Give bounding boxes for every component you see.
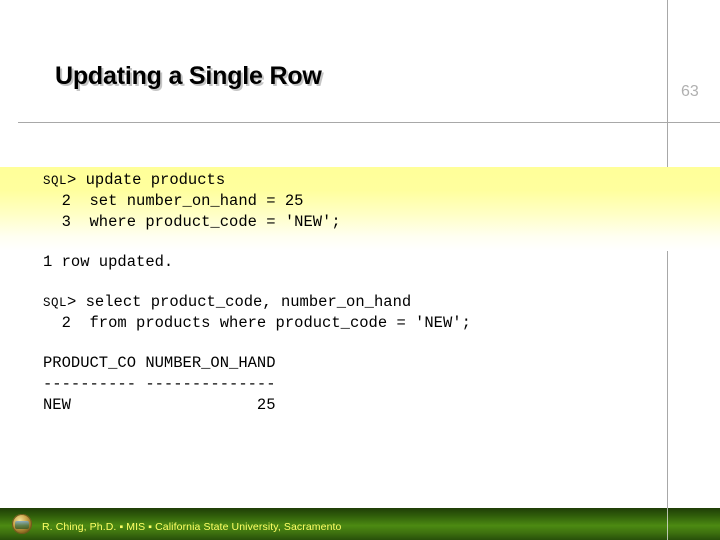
code-line-text: > select product_code, number_on_hand (67, 293, 412, 311)
slide-number: 63 (681, 83, 699, 100)
code-line-text: ---------- -------------- (43, 375, 276, 393)
code-line-text: PRODUCT_CO NUMBER_ON_HAND (43, 354, 276, 372)
sql-console-output: SQL> update products 2 set number_on_han… (43, 170, 471, 416)
sql-prompt-label: SQL (43, 174, 68, 188)
code-line: PRODUCT_CO NUMBER_ON_HAND (43, 353, 471, 374)
code-line-text: NEW 25 (43, 396, 276, 414)
code-line: 1 row updated. (43, 252, 471, 273)
title-underline-rule (18, 122, 720, 123)
code-line-text: 3 where product_code = 'NEW'; (43, 213, 341, 231)
code-line-text: 1 row updated. (43, 253, 174, 271)
vertical-divider (667, 0, 668, 508)
sql-prompt-label: SQL (43, 296, 68, 310)
code-line: 3 where product_code = 'NEW'; (43, 212, 471, 233)
code-line-text: > update products (67, 171, 226, 189)
code-line: SQL> select product_code, number_on_hand (43, 292, 471, 313)
code-line: ---------- -------------- (43, 374, 471, 395)
slide: Updating a Single Row 63 SQL> update pro… (0, 0, 720, 540)
code-line-text: 2 from products where product_code = 'NE… (43, 314, 471, 332)
footer-vertical-divider (667, 508, 668, 540)
footer-bar: R. Ching, Ph.D. ▪ MIS ▪ California State… (0, 508, 720, 540)
footer-credit-text: R. Ching, Ph.D. ▪ MIS ▪ California State… (42, 521, 342, 533)
code-line: SQL> update products (43, 170, 471, 191)
code-line: 2 from products where product_code = 'NE… (43, 313, 471, 334)
code-line-text: 2 set number_on_hand = 25 (43, 192, 304, 210)
page-title: Updating a Single Row (55, 62, 322, 90)
university-seal-icon (12, 514, 32, 534)
code-line: 2 set number_on_hand = 25 (43, 191, 471, 212)
code-line: NEW 25 (43, 395, 471, 416)
